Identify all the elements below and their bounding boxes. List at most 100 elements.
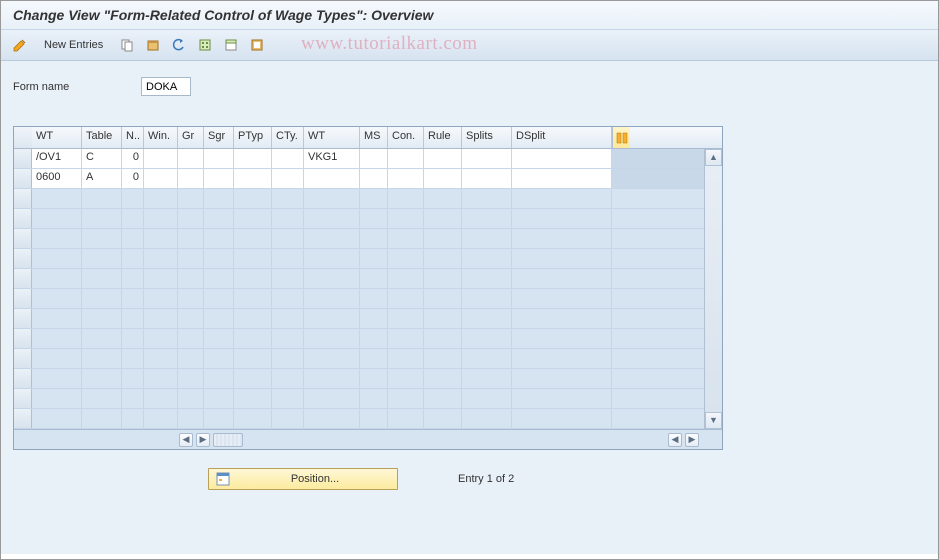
deselect-all-button[interactable] <box>220 34 242 56</box>
col-con[interactable]: Con. <box>388 127 424 148</box>
row-selector[interactable] <box>14 249 32 268</box>
cell-sgr[interactable] <box>204 169 234 188</box>
col-sgr[interactable]: Sgr <box>204 127 234 148</box>
vertical-scrollbar[interactable]: ▲ ▼ <box>704 149 722 429</box>
table-row[interactable] <box>14 269 722 289</box>
cell-wt1 <box>32 269 82 288</box>
cell-con[interactable] <box>388 169 424 188</box>
table-row[interactable] <box>14 229 722 249</box>
col-cty[interactable]: CTy. <box>272 127 304 148</box>
cell-n[interactable]: 0 <box>122 169 144 188</box>
cell-dsplit[interactable] <box>512 149 612 168</box>
table-row[interactable] <box>14 329 722 349</box>
cell-cty[interactable] <box>272 149 304 168</box>
row-selector[interactable] <box>14 269 32 288</box>
cell-gr[interactable] <box>178 169 204 188</box>
col-ms[interactable]: MS <box>360 127 388 148</box>
row-selector[interactable] <box>14 309 32 328</box>
col-gr[interactable]: Gr <box>178 127 204 148</box>
col-rule[interactable]: Rule <box>424 127 462 148</box>
scroll-up-button[interactable]: ▲ <box>705 149 722 166</box>
table-row[interactable]: /OV1C0 VKG1 <box>14 149 722 169</box>
cell-sgr[interactable] <box>204 149 234 168</box>
cell-con <box>388 269 424 288</box>
cell-table[interactable]: C <box>82 149 122 168</box>
configure-columns-button[interactable] <box>612 127 630 148</box>
col-wt[interactable]: WT <box>32 127 82 148</box>
cell-wt2[interactable]: VKG1 <box>304 149 360 168</box>
table-row[interactable] <box>14 289 722 309</box>
toggle-display-change-button[interactable] <box>9 34 31 56</box>
select-all-button[interactable] <box>194 34 216 56</box>
cell-rule[interactable] <box>424 149 462 168</box>
col-n[interactable]: N.. <box>122 127 144 148</box>
cell-win <box>144 209 178 228</box>
table-row[interactable] <box>14 309 722 329</box>
cell-win[interactable] <box>144 149 178 168</box>
form-name-row: Form name <box>13 77 926 96</box>
scroll-right-button[interactable]: ▶ <box>196 433 210 447</box>
cell-ms[interactable] <box>360 169 388 188</box>
cell-rule[interactable] <box>424 169 462 188</box>
new-entries-button[interactable]: New Entries <box>35 34 112 56</box>
footer-row: Position... Entry 1 of 2 <box>13 468 926 490</box>
cell-n[interactable]: 0 <box>122 149 144 168</box>
cell-ptyp[interactable] <box>234 169 272 188</box>
copy-button[interactable] <box>116 34 138 56</box>
form-name-input[interactable] <box>141 77 191 96</box>
row-selector[interactable] <box>14 389 32 408</box>
cell-win[interactable] <box>144 169 178 188</box>
table-row[interactable] <box>14 409 722 429</box>
scroll-down-button[interactable]: ▼ <box>705 412 722 429</box>
row-selector[interactable] <box>14 409 32 428</box>
table-row[interactable] <box>14 189 722 209</box>
cell-wt2[interactable] <box>304 169 360 188</box>
cell-table[interactable]: A <box>82 169 122 188</box>
undo-button[interactable] <box>168 34 190 56</box>
row-selector[interactable] <box>14 349 32 368</box>
cell-ptyp[interactable] <box>234 149 272 168</box>
col-ptyp[interactable]: PTyp <box>234 127 272 148</box>
col-wt2[interactable]: WT <box>304 127 360 148</box>
cell-wt1[interactable]: /OV1 <box>32 149 82 168</box>
delete-button[interactable] <box>142 34 164 56</box>
row-selector[interactable] <box>14 329 32 348</box>
table-row[interactable] <box>14 369 722 389</box>
cell-dsplit <box>512 409 612 428</box>
row-selector[interactable] <box>14 189 32 208</box>
table-row[interactable] <box>14 349 722 369</box>
row-selector[interactable] <box>14 289 32 308</box>
position-button[interactable]: Position... <box>208 468 398 490</box>
cell-cty[interactable] <box>272 169 304 188</box>
row-selector[interactable] <box>14 229 32 248</box>
scroll-left-button-2[interactable]: ◀ <box>668 433 682 447</box>
cell-dsplit <box>512 189 612 208</box>
scroll-left-button[interactable]: ◀ <box>179 433 193 447</box>
cell-dsplit <box>512 229 612 248</box>
row-selector[interactable] <box>14 149 32 168</box>
hscroll-track-left[interactable] <box>213 433 243 447</box>
table-row[interactable] <box>14 209 722 229</box>
col-splits[interactable]: Splits <box>462 127 512 148</box>
cell-con[interactable] <box>388 149 424 168</box>
row-selector[interactable] <box>14 169 32 188</box>
table-row[interactable]: 0600A0 <box>14 169 722 189</box>
cell-dsplit[interactable] <box>512 169 612 188</box>
cell-wt1[interactable]: 0600 <box>32 169 82 188</box>
cell-splits[interactable] <box>462 169 512 188</box>
row-selector[interactable] <box>14 369 32 388</box>
scroll-right-button-2[interactable]: ▶ <box>685 433 699 447</box>
col-table[interactable]: Table <box>82 127 122 148</box>
table-row[interactable] <box>14 249 722 269</box>
print-button[interactable] <box>246 34 268 56</box>
cell-sgr <box>204 289 234 308</box>
cell-ms[interactable] <box>360 149 388 168</box>
row-selector[interactable] <box>14 209 32 228</box>
col-dsplit[interactable]: DSplit <box>512 127 612 148</box>
table-row[interactable] <box>14 389 722 409</box>
cell-wt1 <box>32 189 82 208</box>
cell-splits[interactable] <box>462 149 512 168</box>
row-selector-header[interactable] <box>14 127 32 148</box>
cell-gr[interactable] <box>178 149 204 168</box>
col-win[interactable]: Win. <box>144 127 178 148</box>
